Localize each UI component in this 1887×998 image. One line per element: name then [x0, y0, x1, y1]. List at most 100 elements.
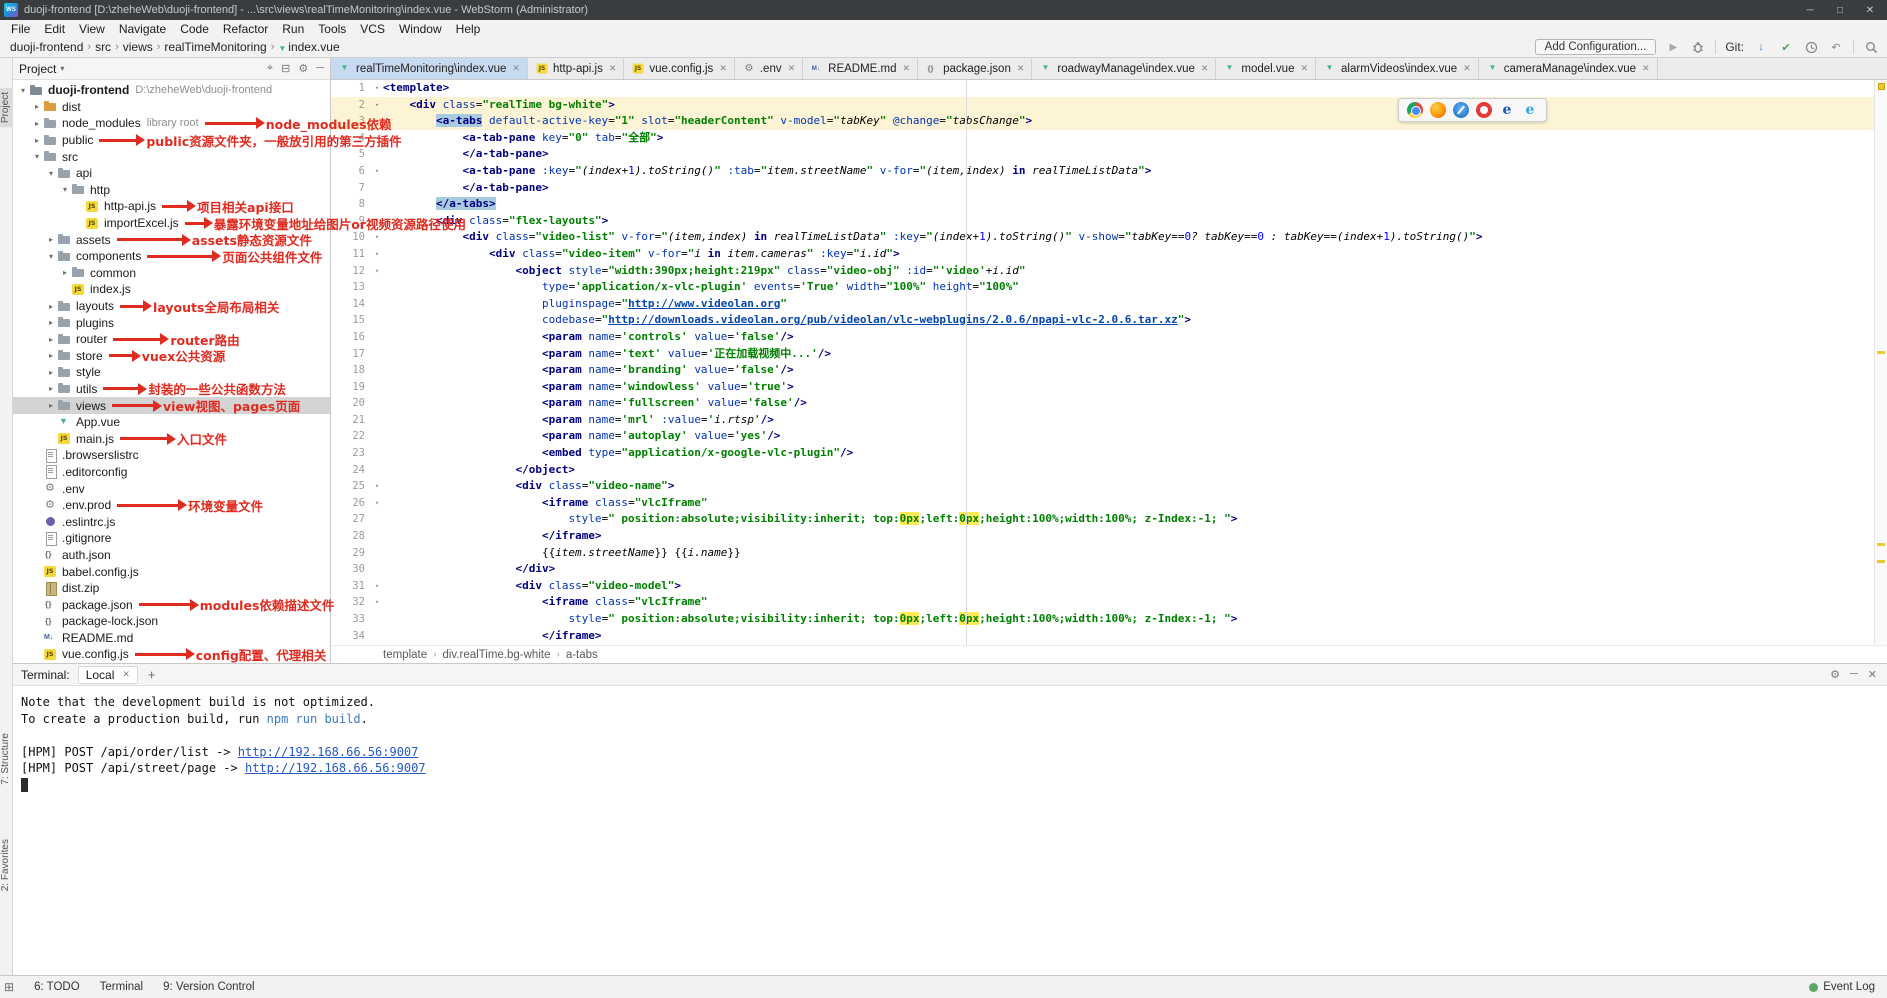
- menu-run[interactable]: Run: [275, 22, 311, 36]
- fold-marker-icon[interactable]: ▾: [371, 495, 383, 512]
- code-text[interactable]: type='application/x-vlc-plugin' events='…: [383, 279, 1887, 296]
- crumb-a-tabs[interactable]: a-tabs: [566, 649, 598, 661]
- code-text[interactable]: <param name='controls' value='false'/>: [383, 329, 1887, 346]
- tree-item-router[interactable]: ▸routerrouter路由: [13, 331, 330, 348]
- tree-chevron-icon[interactable]: ▸: [31, 136, 43, 145]
- tree-item-common[interactable]: ▸common: [13, 265, 330, 282]
- tree-chevron-icon[interactable]: ▸: [45, 335, 57, 344]
- terminal-tab-close-icon[interactable]: ✕: [122, 669, 130, 680]
- project-panel-title[interactable]: Project: [19, 62, 56, 76]
- collapse-all-icon[interactable]: ⊟: [281, 62, 290, 75]
- debug-bug-icon[interactable]: [1690, 39, 1706, 55]
- code-text[interactable]: <iframe class="vlcIframe": [383, 495, 1887, 512]
- fold-marker-icon[interactable]: ▾: [371, 478, 383, 495]
- maximize-icon[interactable]: □: [1825, 0, 1855, 20]
- code-text[interactable]: <div class="realTime bg-white">: [383, 97, 1887, 114]
- code-text[interactable]: <param name='windowless' value='true'>: [383, 379, 1887, 396]
- menu-tools[interactable]: Tools: [311, 22, 353, 36]
- code-text[interactable]: <div class="video-name">: [383, 478, 1887, 495]
- code-text[interactable]: pluginspage="http://www.videolan.org": [383, 296, 1887, 313]
- tree-item-main-js[interactable]: main.js入口文件: [13, 430, 330, 447]
- stripe-favorites-button[interactable]: 2: Favorites: [0, 839, 13, 891]
- menu-file[interactable]: File: [4, 22, 37, 36]
- code-text[interactable]: <param name='text' value='正在加载视频中...'/>: [383, 346, 1887, 363]
- fold-marker-icon[interactable]: ▾: [371, 163, 383, 180]
- tree-item-dist[interactable]: ▸dist: [13, 99, 330, 116]
- menu-code[interactable]: Code: [173, 22, 216, 36]
- tree-item-store[interactable]: ▸storevuex公共资源: [13, 348, 330, 365]
- tool-window-switcher-icon[interactable]: ⊞: [4, 980, 14, 994]
- tree-item-vue-config-js[interactable]: vue.config.jsconfig配置、代理相关: [13, 646, 330, 663]
- terminal-tab-local[interactable]: Local ✕: [78, 666, 138, 684]
- fold-marker-icon[interactable]: ▾: [371, 97, 383, 114]
- terminal-minimize-icon[interactable]: ─: [1850, 668, 1858, 681]
- code-text[interactable]: {{item.streetName}} {{i.name}}: [383, 545, 1887, 562]
- git-commit-icon[interactable]: ✔: [1778, 39, 1794, 55]
- code-text[interactable]: </object>: [383, 462, 1887, 479]
- breadcrumb-src[interactable]: src: [95, 40, 111, 54]
- opera-icon[interactable]: [1476, 102, 1492, 118]
- tab-close-icon[interactable]: ✕: [1201, 63, 1209, 74]
- code-text[interactable]: <param name='autoplay' value='yes'/>: [383, 428, 1887, 445]
- chevron-down-icon[interactable]: ▾: [60, 64, 64, 73]
- hide-panel-icon[interactable]: ─: [316, 62, 324, 75]
- tree-item-env[interactable]: .env: [13, 480, 330, 497]
- run-icon[interactable]: ▶: [1665, 39, 1681, 55]
- tree-item-views[interactable]: ▸viewsview视图、pages页面: [13, 397, 330, 414]
- tree-item-app-vue[interactable]: App.vue: [13, 414, 330, 431]
- terminal-link[interactable]: http://192.168.66.56:9007: [245, 761, 426, 775]
- locate-file-icon[interactable]: ⌖: [267, 62, 273, 75]
- tree-chevron-icon[interactable]: ▸: [59, 268, 71, 277]
- code-text[interactable]: <iframe class="vlcIframe": [383, 594, 1887, 611]
- minimize-icon[interactable]: ─: [1795, 0, 1825, 20]
- status-version-control[interactable]: 9: Version Control: [163, 981, 254, 993]
- tree-item-dist-zip[interactable]: dist.zip: [13, 580, 330, 597]
- menu-window[interactable]: Window: [392, 22, 449, 36]
- tab-close-icon[interactable]: ✕: [1300, 63, 1308, 74]
- tab-package-json[interactable]: package.json✕: [918, 58, 1032, 79]
- rollback-icon[interactable]: ↶: [1828, 39, 1844, 55]
- tree-item-readme-md[interactable]: README.md: [13, 630, 330, 647]
- tab-close-icon[interactable]: ✕: [609, 63, 617, 74]
- event-log[interactable]: Event Log: [1809, 981, 1875, 993]
- breadcrumb-duoji-frontend[interactable]: duoji-frontend: [10, 40, 83, 54]
- tab-env[interactable]: .env✕: [735, 58, 803, 79]
- tab-vue-config-js[interactable]: vue.config.js✕: [624, 58, 734, 79]
- new-terminal-button[interactable]: +: [142, 667, 162, 682]
- stripe-mark[interactable]: [1877, 560, 1885, 563]
- tree-chevron-icon[interactable]: ▸: [45, 235, 57, 244]
- tree-item-env-prod[interactable]: .env.prod环境变量文件: [13, 497, 330, 514]
- tab-close-icon[interactable]: ✕: [719, 63, 727, 74]
- tree-item-assets[interactable]: ▸assetsassets静态资源文件: [13, 231, 330, 248]
- code-text[interactable]: <a-tabs default-active-key="1" slot="hea…: [383, 113, 1887, 130]
- tree-chevron-icon[interactable]: ▸: [45, 302, 57, 311]
- tree-item-package-lock-json[interactable]: package-lock.json: [13, 613, 330, 630]
- tree-chevron-icon[interactable]: ▾: [59, 185, 71, 194]
- tree-chevron-icon[interactable]: ▸: [31, 119, 43, 128]
- tree-item-duoji-frontend[interactable]: ▾duoji-frontendD:\zheheWeb\duoji-fronten…: [13, 82, 330, 99]
- code-text[interactable]: <a-tab-pane key="0" tab="全部">: [383, 130, 1887, 147]
- tree-item-public[interactable]: ▸publicpublic资源文件夹，一般放引用的第三方插件: [13, 132, 330, 149]
- tree-chevron-icon[interactable]: ▸: [45, 368, 57, 377]
- gear-icon[interactable]: ⚙: [298, 62, 308, 75]
- code-text[interactable]: <object style="width:390px;height:219px"…: [383, 263, 1887, 280]
- tree-item-gitignore[interactable]: .gitignore: [13, 530, 330, 547]
- menu-refactor[interactable]: Refactor: [216, 22, 275, 36]
- edge-icon[interactable]: e: [1522, 102, 1538, 118]
- stripe-structure-button[interactable]: 7: Structure: [0, 733, 13, 785]
- fold-marker-icon[interactable]: ▾: [371, 594, 383, 611]
- tree-item-components[interactable]: ▾components页面公共组件文件: [13, 248, 330, 265]
- tab-close-icon[interactable]: ✕: [1463, 63, 1471, 74]
- terminal-close-icon[interactable]: ✕: [1868, 668, 1877, 681]
- menu-vcs[interactable]: VCS: [353, 22, 392, 36]
- tree-item-auth-json[interactable]: auth.json: [13, 547, 330, 564]
- add-configuration-button[interactable]: Add Configuration...: [1535, 39, 1657, 55]
- code-text[interactable]: <param name='fullscreen' value='false'/>: [383, 395, 1887, 412]
- code-text[interactable]: codebase="http://downloads.videolan.org/…: [383, 312, 1887, 329]
- tree-item-src[interactable]: ▾src: [13, 148, 330, 165]
- internet-explorer-icon[interactable]: e: [1499, 102, 1515, 118]
- tree-item-plugins[interactable]: ▸plugins: [13, 314, 330, 331]
- code-text[interactable]: <div class="video-model">: [383, 578, 1887, 595]
- stripe-mark[interactable]: [1877, 543, 1885, 546]
- tree-item-package-json[interactable]: package.jsonmodules依赖描述文件: [13, 596, 330, 613]
